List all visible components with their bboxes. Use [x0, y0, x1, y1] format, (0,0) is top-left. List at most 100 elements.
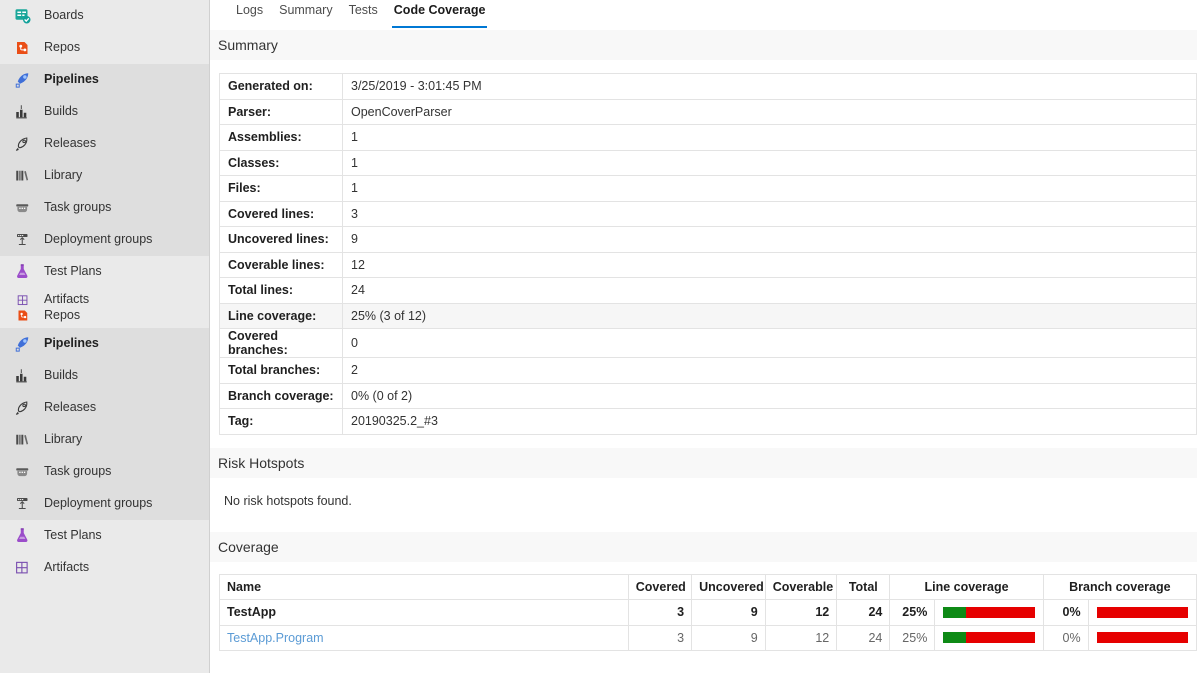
summary-row-value: 1: [342, 175, 1197, 202]
sidebar-item-builds[interactable]: Builds: [0, 360, 209, 392]
summary-row-value: 1: [342, 124, 1197, 151]
col-header-uncovered[interactable]: Uncovered: [691, 573, 766, 600]
sidebar-item-test-plans[interactable]: Test Plans: [0, 256, 209, 288]
summary-row-value: 0: [342, 328, 1197, 358]
summary-row-value: 0% (0 of 2): [342, 382, 1197, 409]
library-icon: [10, 429, 36, 451]
sidebar-nav[interactable]: Boards Repos Pipelines Builds Releases Librar…: [0, 0, 210, 673]
summary-row-value: 2: [342, 357, 1197, 384]
sidebar-item-boards[interactable]: Boards: [0, 0, 209, 32]
coverage-row-uncovered: 9: [691, 624, 766, 651]
sidebar-item-label: Builds: [44, 368, 79, 383]
sidebar-item-test-plans[interactable]: Test Plans: [0, 520, 209, 552]
section-header-coverage: Coverage: [210, 531, 1197, 562]
branch-coverage-bar: [1095, 631, 1189, 645]
sidebar-item-pipelines[interactable]: Pipelines: [0, 64, 209, 96]
summary-row-key: Parser:: [219, 98, 343, 125]
col-header-name[interactable]: Name: [219, 573, 629, 600]
task-groups-icon: [10, 461, 36, 483]
sidebar-item-library[interactable]: Library: [0, 424, 209, 456]
summary-row: Classes: 1: [219, 149, 1197, 176]
coverage-row-uncovered: 9: [691, 599, 766, 626]
risk-hotspots-section-title: Risk Hotspots: [218, 454, 305, 471]
risk-hotspots-empty-message: No risk hotspots found.: [224, 493, 352, 508]
summary-row: Covered branches: 0: [219, 328, 1197, 358]
col-header-coverable[interactable]: Coverable: [764, 573, 838, 600]
branch-coverage-bar-uncovered: [1096, 606, 1188, 618]
sidebar-item-builds[interactable]: Builds: [0, 96, 209, 128]
coverage-row-covered: 3: [627, 624, 693, 651]
coverage-row-coverable: 12: [764, 624, 838, 651]
line-coverage-bar-uncovered: [966, 632, 1035, 644]
coverage-table-row: TestApp.Program 3 9 12 24 25% 0%: [219, 624, 1198, 651]
tab-logs[interactable]: Logs: [228, 0, 271, 28]
summary-row-key: Classes:: [219, 149, 343, 176]
tab-bar[interactable]: Logs Summary Tests Code Coverage: [210, 0, 1200, 30]
summary-row-key: Covered lines:: [219, 200, 343, 227]
col-header-total[interactable]: Total: [836, 573, 891, 600]
coverage-row-line-bar-cell: [934, 599, 1044, 626]
tab-tests[interactable]: Tests: [341, 0, 386, 28]
summary-row-value: 1: [342, 149, 1197, 176]
sidebar-group-2: Pipelines Builds Releases Library Task group…: [0, 64, 209, 256]
coverage-row-covered: 3: [627, 599, 693, 626]
sidebar-item-artifacts[interactable]: Artifacts: [0, 552, 209, 584]
summary-row-key: Tag:: [219, 408, 343, 435]
sidebar-item-label: Pipelines: [44, 72, 99, 87]
col-header-line-coverage[interactable]: Line coverage: [889, 573, 1044, 600]
summary-row-value: 9: [342, 226, 1197, 253]
summary-row-key: Files:: [219, 175, 343, 202]
boards-icon: [10, 5, 36, 27]
summary-row: Total branches: 2: [219, 357, 1197, 384]
coverage-row-coverable: 12: [764, 599, 838, 626]
coverage-row-line-pct: 25%: [889, 624, 936, 651]
line-coverage-bar-covered: [943, 632, 967, 644]
summary-row: Branch coverage: 0% (0 of 2): [219, 382, 1197, 409]
tab-summary[interactable]: Summary: [271, 0, 340, 28]
artifacts-repos-icon: [10, 291, 36, 325]
summary-table: Generated on: 3/25/2019 - 3:01:45 PM Parse…: [219, 73, 1197, 435]
sidebar-item-releases[interactable]: Releases: [0, 392, 209, 424]
coverage-row-name-link[interactable]: TestApp.Program: [219, 624, 629, 651]
sidebar-item-label: Library: [44, 168, 83, 183]
sidebar-item-repos[interactable]: Repos: [0, 32, 209, 64]
col-header-covered[interactable]: Covered: [627, 573, 693, 600]
sidebar-item-label: Pipelines: [44, 336, 99, 351]
sidebar-item-label: Releases: [44, 400, 97, 415]
summary-table-wrap: Generated on: 3/25/2019 - 3:01:45 PM Parse…: [210, 60, 1200, 435]
sidebar-item-releases[interactable]: Releases: [0, 128, 209, 160]
coverage-table-header-row: Name Covered Uncovered Coverable Total L…: [219, 573, 1198, 600]
coverage-table: Name Covered Uncovered Coverable Total L…: [219, 573, 1198, 652]
summary-row: Uncovered lines: 9: [219, 226, 1197, 253]
sidebar-item-artifacts-repos[interactable]: Artifacts Repos: [0, 288, 209, 328]
main-content: Logs Summary Tests Code Coverage Summary Ge…: [210, 0, 1200, 673]
summary-row-key: Branch coverage:: [219, 382, 343, 409]
class-link[interactable]: TestApp.Program: [227, 631, 324, 645]
summary-row: Coverable lines: 12: [219, 251, 1197, 278]
section-header-summary: Summary: [210, 30, 1197, 60]
line-coverage-bar-uncovered: [966, 606, 1035, 618]
summary-row-value: 24: [342, 277, 1197, 304]
col-header-branch-coverage[interactable]: Branch coverage: [1042, 573, 1198, 600]
sidebar-item-task-groups[interactable]: Task groups: [0, 192, 209, 224]
sidebar-item-label: Releases: [44, 136, 97, 151]
summary-row-key: Line coverage:: [219, 302, 343, 329]
summary-row-key: Covered branches:: [219, 328, 343, 358]
summary-row-value: 20190325.2_#3: [342, 408, 1197, 435]
sidebar-item-pipelines[interactable]: Pipelines: [0, 328, 209, 360]
sidebar-item-deployment-groups[interactable]: Deployment groups: [0, 224, 209, 256]
builds-icon: [10, 101, 36, 123]
sidebar-item-deployment-groups[interactable]: Deployment groups: [0, 488, 209, 520]
tab-code-coverage[interactable]: Code Coverage: [386, 0, 494, 28]
summary-row: Covered lines: 3: [219, 200, 1197, 227]
coverage-row-total: 24: [836, 599, 891, 626]
sidebar-item-label: Test Plans: [44, 264, 102, 279]
coverage-row-name: TestApp: [219, 599, 629, 626]
sidebar-item-task-groups[interactable]: Task groups: [0, 456, 209, 488]
summary-row-key: Generated on:: [219, 73, 343, 100]
sidebar-item-library[interactable]: Library: [0, 160, 209, 192]
branch-coverage-bar-uncovered: [1096, 632, 1188, 644]
sidebar-item-label: Task groups: [44, 200, 112, 215]
releases-icon: [10, 397, 36, 419]
sidebar-group-5: Test Plans Artifacts: [0, 520, 209, 584]
